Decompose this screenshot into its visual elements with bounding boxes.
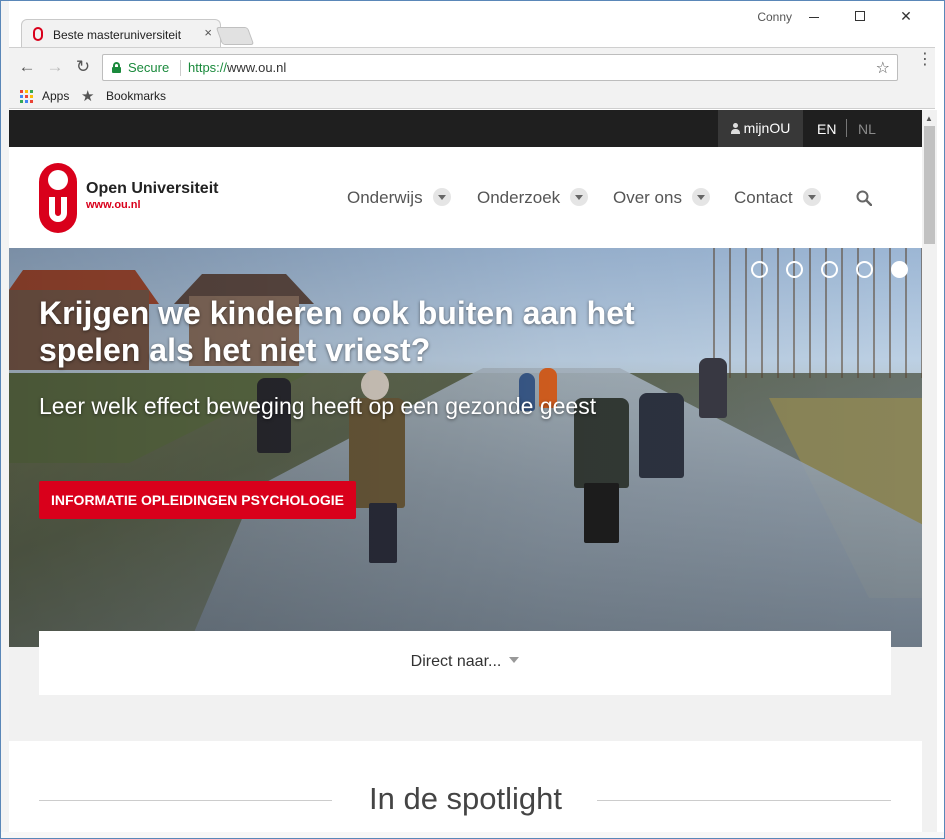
reload-button[interactable]: ↻ bbox=[73, 57, 93, 77]
hero-banner: Krijgen we kinderen ook buiten aan het s… bbox=[9, 248, 922, 647]
nav-onderzoek[interactable]: Onderzoek bbox=[477, 188, 589, 208]
bookmarks-bar: Apps ★ Bookmarks bbox=[9, 85, 935, 109]
chevron-down-icon bbox=[432, 188, 451, 206]
carousel-dot-5[interactable] bbox=[891, 261, 908, 278]
nav-label: Onderwijs bbox=[347, 188, 423, 207]
secure-label: Secure bbox=[128, 60, 170, 75]
carousel-dots bbox=[751, 261, 911, 279]
carousel-dot-3[interactable] bbox=[821, 261, 838, 278]
browser-menu-icon[interactable]: ⋮ bbox=[917, 52, 933, 68]
direct-naar-text: Direct naar... bbox=[410, 653, 502, 670]
logo-url: www.ou.nl bbox=[86, 199, 141, 211]
lock-icon bbox=[112, 62, 121, 73]
browser-toolbar: ← → ↻ Secure https://www.ou.nl ☆ ⋮ bbox=[9, 47, 935, 85]
close-window-button[interactable]: ✕ bbox=[889, 5, 923, 27]
tab-close-icon[interactable]: × bbox=[204, 26, 212, 40]
page-viewport: mijnOU EN NL Open Universiteit www.ou.nl… bbox=[9, 110, 922, 832]
new-tab-button[interactable] bbox=[215, 27, 255, 45]
language-en[interactable]: EN bbox=[817, 121, 836, 137]
forward-button[interactable]: → bbox=[45, 57, 65, 77]
search-icon[interactable] bbox=[856, 190, 872, 206]
hero-title: Krijgen we kinderen ook buiten aan het s… bbox=[39, 295, 635, 368]
profile-name[interactable]: Conny bbox=[757, 10, 792, 24]
site-top-bar: mijnOU EN NL bbox=[9, 110, 922, 147]
caret-down-icon bbox=[509, 657, 520, 663]
chevron-down-icon bbox=[691, 188, 710, 206]
desktop-left-strip bbox=[1, 1, 9, 838]
spotlight-heading: In de spotlight bbox=[368, 781, 563, 816]
nav-contact[interactable]: Contact bbox=[734, 188, 821, 208]
minimize-icon bbox=[809, 16, 819, 18]
psychology-programs-button[interactable]: INFORMATIE OPLEIDINGEN PSYCHOLOGIE bbox=[39, 481, 356, 519]
direct-naar-label: Direct naar... bbox=[39, 653, 891, 671]
minimize-button[interactable] bbox=[797, 5, 831, 27]
nav-onderwijs[interactable]: Onderwijs bbox=[347, 188, 451, 208]
page-scrollbar[interactable]: ▲ bbox=[922, 110, 937, 832]
chevron-down-icon bbox=[570, 188, 589, 206]
apps-icon[interactable] bbox=[20, 90, 33, 103]
window-bottom-edge bbox=[1, 832, 944, 838]
logo-name[interactable]: Open Universiteit bbox=[86, 180, 218, 198]
title-bar: Beste masteruniversiteit × Conny ✕ bbox=[9, 1, 935, 47]
url-scheme: https:// bbox=[188, 60, 228, 75]
address-bar[interactable]: Secure https://www.ou.nl ☆ bbox=[102, 54, 898, 81]
back-button[interactable]: ← bbox=[17, 57, 37, 77]
bookmark-bookmarks[interactable]: Bookmarks bbox=[106, 89, 166, 103]
language-nl[interactable]: NL bbox=[858, 121, 876, 137]
maximize-button[interactable] bbox=[843, 5, 877, 27]
omnibox-divider bbox=[180, 60, 181, 76]
chevron-down-icon bbox=[802, 188, 821, 206]
tab-title: Beste masteruniversiteit bbox=[53, 28, 182, 42]
carousel-dot-2[interactable] bbox=[786, 261, 803, 278]
language-divider bbox=[846, 119, 847, 137]
bookmark-apps[interactable]: Apps bbox=[42, 89, 69, 103]
scroll-up-icon[interactable]: ▲ bbox=[925, 114, 933, 123]
url-text: https://www.ou.nl bbox=[188, 60, 286, 75]
favicon-icon bbox=[33, 27, 43, 41]
mijnou-label: mijnOU bbox=[743, 120, 791, 136]
spotlight-rule-right bbox=[597, 800, 891, 801]
bookmarks-star-icon: ★ bbox=[81, 88, 95, 105]
hero-subtitle: Leer welk effect beweging heeft op een g… bbox=[39, 393, 597, 419]
nav-label: Onderzoek bbox=[477, 188, 561, 207]
nav-label: Contact bbox=[734, 188, 793, 207]
carousel-dot-4[interactable] bbox=[856, 261, 873, 278]
spotlight-section: In de spotlight bbox=[9, 741, 922, 832]
bookmark-star-icon[interactable]: ☆ bbox=[876, 58, 890, 78]
scrollbar-thumb[interactable] bbox=[924, 126, 935, 244]
maximize-icon bbox=[855, 11, 865, 21]
site-header: Open Universiteit www.ou.nl Onderwijs On… bbox=[9, 147, 922, 248]
nav-label: Over ons bbox=[613, 188, 682, 207]
user-icon bbox=[730, 123, 740, 134]
mijnou-link[interactable]: mijnOU bbox=[718, 110, 803, 147]
nav-over-ons[interactable]: Over ons bbox=[613, 188, 710, 208]
carousel-dot-1[interactable] bbox=[751, 261, 768, 278]
direct-naar-dropdown[interactable]: Direct naar... bbox=[39, 631, 891, 695]
ou-logo-icon[interactable] bbox=[39, 163, 77, 233]
browser-window: Beste masteruniversiteit × Conny ✕ ← → ↻… bbox=[0, 0, 945, 839]
browser-tab[interactable]: Beste masteruniversiteit × bbox=[21, 19, 221, 47]
url-host: www.ou.nl bbox=[227, 60, 287, 75]
